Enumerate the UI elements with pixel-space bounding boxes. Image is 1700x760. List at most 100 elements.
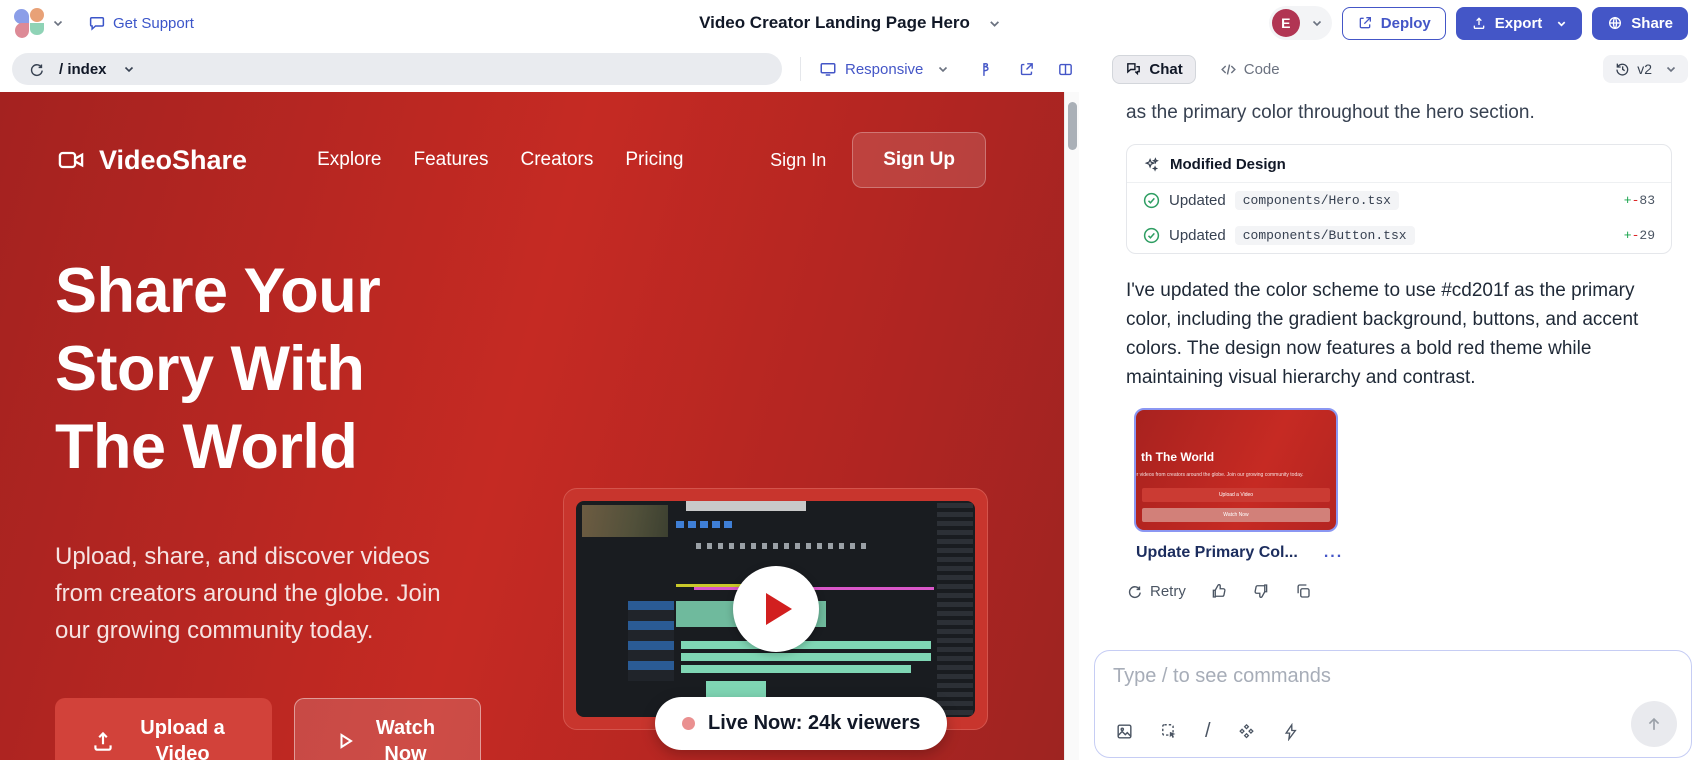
preview-toolbar: / index Responsive Chat C xyxy=(0,46,1700,92)
app-header: Get Support Video Creator Landing Page H… xyxy=(0,0,1700,46)
chat-panel: as the primary color throughout the hero… xyxy=(1079,92,1700,760)
get-support-link[interactable]: Get Support xyxy=(88,14,194,32)
brand-logo[interactable]: VideoShare xyxy=(55,145,247,176)
chat-input-box[interactable]: / xyxy=(1094,650,1692,758)
route-bar[interactable]: / index xyxy=(12,53,782,85)
device-mode-selector[interactable]: Responsive xyxy=(819,60,949,78)
chat-bubble-icon xyxy=(88,14,106,32)
chevron-down-icon xyxy=(1311,17,1323,29)
components-icon[interactable] xyxy=(979,61,996,78)
chevron-down-icon xyxy=(1665,63,1677,75)
sign-up-button[interactable]: Sign Up xyxy=(852,132,986,188)
site-preview: VideoShare Explore Features Creators Pri… xyxy=(0,92,1064,760)
nav-link-features[interactable]: Features xyxy=(414,149,489,171)
chevron-down-icon xyxy=(937,63,949,75)
preview-navbar: VideoShare Explore Features Creators Pri… xyxy=(0,92,1064,188)
diff-stats: +-83 xyxy=(1624,193,1655,208)
chevron-down-icon[interactable] xyxy=(52,17,64,29)
play-button[interactable] xyxy=(733,566,819,652)
divider xyxy=(800,57,801,81)
project-title-menu[interactable]: Video Creator Landing Page Hero xyxy=(699,13,1001,33)
change-action: Updated xyxy=(1169,227,1226,244)
share-label: Share xyxy=(1631,15,1673,32)
chevron-down-icon xyxy=(1556,18,1567,29)
avatar: E xyxy=(1272,9,1300,37)
file-change-row[interactable]: Updated components/Button.tsx +-29 xyxy=(1127,218,1671,253)
hero-description: Upload, share, and discover videos from … xyxy=(55,538,475,649)
watch-now-label: Watch Now xyxy=(369,715,443,760)
live-now-badge: Live Now: 24k viewers xyxy=(655,697,947,750)
account-menu[interactable]: E xyxy=(1269,6,1332,40)
chat-bubbles-icon xyxy=(1125,61,1142,78)
more-options-icon[interactable]: ... xyxy=(1324,544,1343,562)
upload-video-label: Upload a Video xyxy=(128,715,238,760)
brand-name: VideoShare xyxy=(99,145,247,176)
preview-scrollbar[interactable] xyxy=(1064,92,1079,760)
watch-now-button[interactable]: Watch Now xyxy=(294,698,481,760)
split-view-icon[interactable] xyxy=(1057,61,1074,78)
assistant-message-tail: as the primary color throughout the hero… xyxy=(1126,102,1672,124)
nav-link-explore[interactable]: Explore xyxy=(317,149,381,171)
refresh-icon[interactable] xyxy=(28,61,45,78)
lightning-icon[interactable] xyxy=(1282,723,1300,741)
nav-link-creators[interactable]: Creators xyxy=(520,149,593,171)
upload-icon xyxy=(90,728,116,754)
version-label: v2 xyxy=(1637,61,1652,77)
check-circle-icon xyxy=(1143,227,1160,244)
file-change-row[interactable]: Updated components/Hero.tsx +-83 xyxy=(1127,183,1671,218)
tab-code-label: Code xyxy=(1244,61,1280,78)
retry-button[interactable]: Retry xyxy=(1126,583,1186,600)
thumbs-down-icon[interactable] xyxy=(1252,582,1270,600)
code-icon xyxy=(1220,61,1237,78)
live-badge-label: Live Now: 24k viewers xyxy=(708,712,920,735)
arrow-up-icon xyxy=(1644,714,1664,734)
upload-icon xyxy=(1471,15,1487,31)
assistant-message: I've updated the color scheme to use #cd… xyxy=(1126,276,1672,392)
open-in-new-window-icon[interactable] xyxy=(1018,61,1035,78)
chevron-down-icon[interactable] xyxy=(123,63,135,75)
send-button[interactable] xyxy=(1631,701,1677,747)
slash-command-icon[interactable]: / xyxy=(1205,720,1211,743)
deploy-label: Deploy xyxy=(1381,15,1431,32)
sign-in-link[interactable]: Sign In xyxy=(770,150,826,171)
thumbnail-mini-upload-button: Upload a Video xyxy=(1142,488,1330,502)
history-icon xyxy=(1614,61,1630,77)
hero-heading: Share Your Story With The World xyxy=(55,252,380,486)
check-circle-icon xyxy=(1143,192,1160,209)
export-button[interactable]: Export xyxy=(1456,7,1583,40)
tab-chat[interactable]: Chat xyxy=(1112,55,1195,84)
monitor-icon xyxy=(819,60,837,78)
export-label: Export xyxy=(1495,15,1543,32)
project-title: Video Creator Landing Page Hero xyxy=(699,13,970,33)
thumbs-up-icon[interactable] xyxy=(1210,582,1228,600)
share-button[interactable]: Share xyxy=(1592,7,1688,40)
select-element-icon[interactable] xyxy=(1160,722,1179,741)
video-thumbnail xyxy=(576,501,975,717)
external-link-icon xyxy=(1357,15,1373,31)
diff-stats: +-29 xyxy=(1624,228,1655,243)
retry-label: Retry xyxy=(1150,583,1186,600)
nav-link-pricing[interactable]: Pricing xyxy=(625,149,683,171)
deploy-button[interactable]: Deploy xyxy=(1342,7,1446,40)
thumbnail-mini-heading: th The World xyxy=(1141,450,1214,464)
version-history-selector[interactable]: v2 xyxy=(1603,55,1688,83)
copy-icon[interactable] xyxy=(1294,582,1312,600)
modified-design-title: Modified Design xyxy=(1170,156,1286,173)
chat-input[interactable] xyxy=(1113,665,1561,688)
tab-code[interactable]: Code xyxy=(1220,61,1280,78)
retry-icon xyxy=(1126,583,1143,600)
play-outline-icon xyxy=(333,729,357,753)
thumbnail-mini-watch-button: Watch Now xyxy=(1142,508,1330,522)
version-caption[interactable]: Update Primary Col... xyxy=(1136,544,1298,562)
app-logo[interactable] xyxy=(12,6,46,40)
upload-video-button[interactable]: Upload a Video xyxy=(55,698,272,760)
attach-image-icon[interactable] xyxy=(1115,722,1134,741)
commands-diamond-icon[interactable] xyxy=(1237,722,1256,741)
scrollbar-thumb[interactable] xyxy=(1068,102,1077,150)
version-thumbnail[interactable]: th The World Upload, share, and discover… xyxy=(1134,408,1338,532)
globe-icon xyxy=(1607,15,1623,31)
live-dot-icon xyxy=(682,717,695,730)
play-triangle-icon xyxy=(766,593,792,625)
thumbnail-mini-description: Upload, share, and discover videos from … xyxy=(1134,472,1304,478)
hero-video-card xyxy=(563,488,988,730)
